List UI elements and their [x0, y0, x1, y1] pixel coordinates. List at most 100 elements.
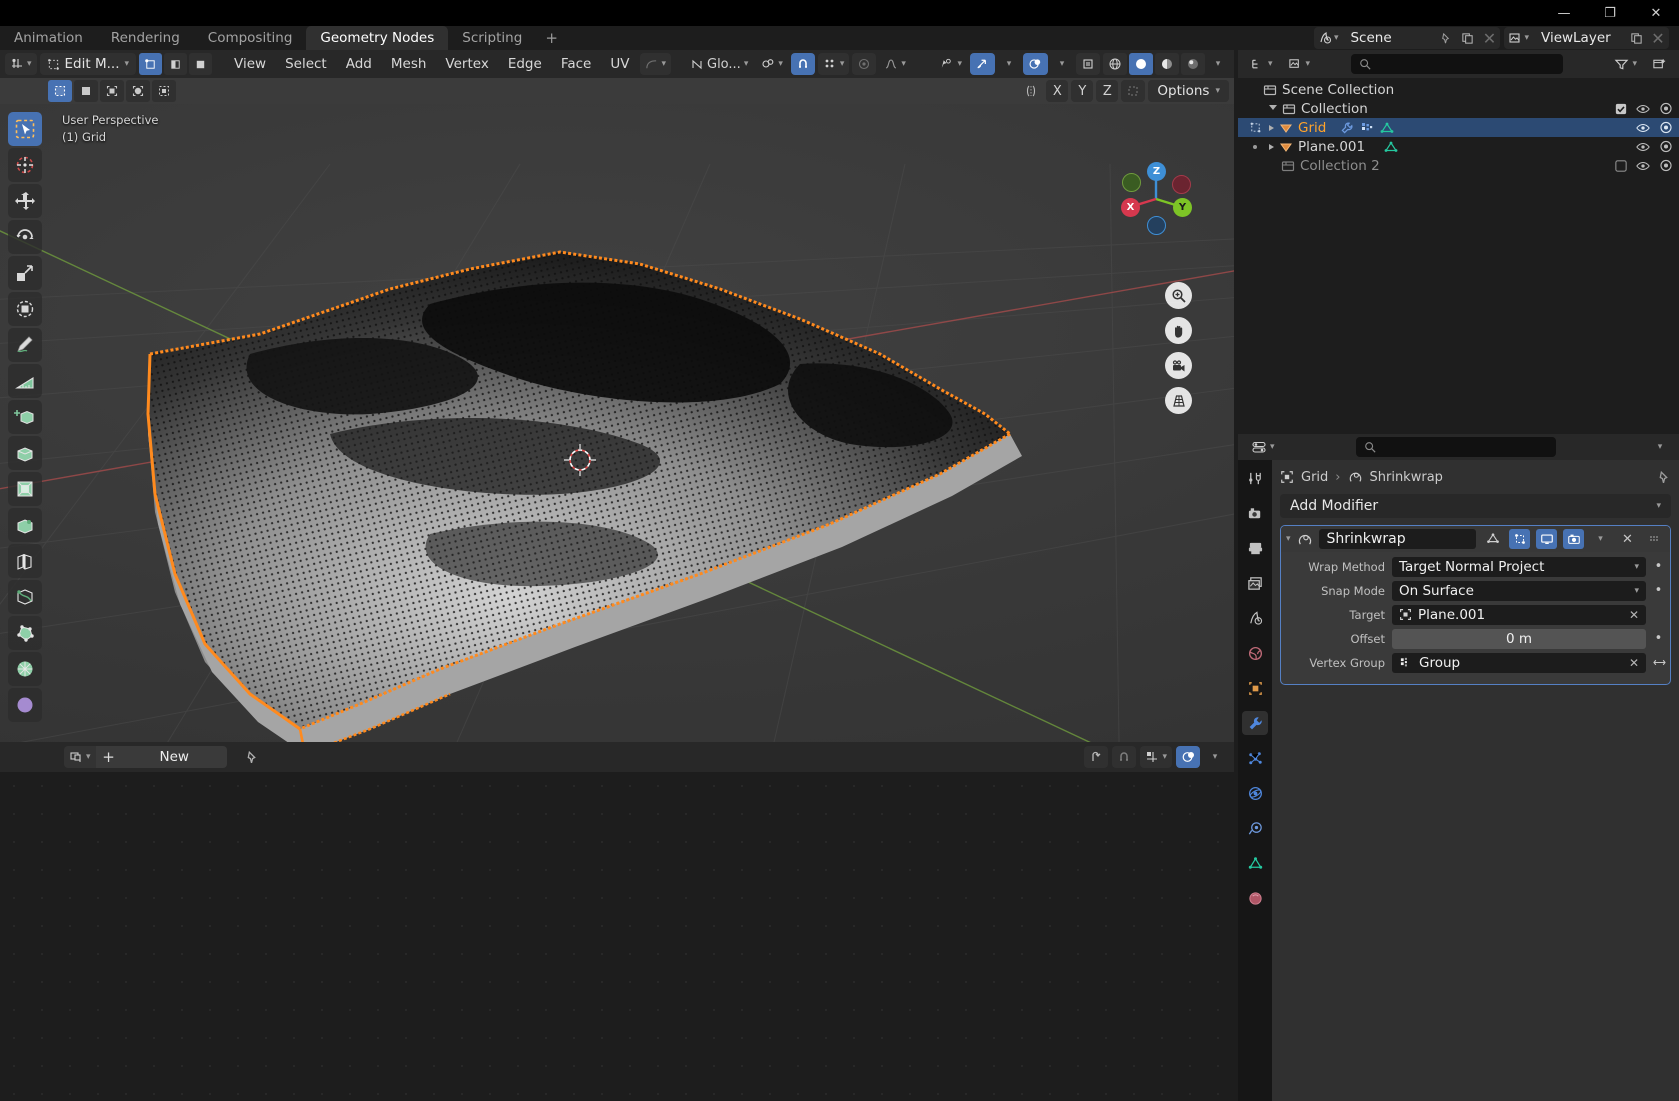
- loop-cut-tool[interactable]: [8, 544, 42, 578]
- unlink-scene-icon[interactable]: ✕: [1478, 27, 1501, 49]
- mesh-data-icon[interactable]: [1384, 140, 1398, 154]
- vertex-group-icon[interactable]: [1360, 121, 1374, 135]
- editor-type-icon[interactable]: ▾: [5, 53, 37, 75]
- add-cube-tool[interactable]: [8, 400, 42, 434]
- falloff-curve-icon[interactable]: ▾: [879, 53, 911, 75]
- snap-magnet-icon[interactable]: [790, 53, 815, 75]
- menu-mesh[interactable]: Mesh: [383, 53, 435, 75]
- inset-faces-tool[interactable]: [8, 472, 42, 506]
- breadcrumb-modifier-label[interactable]: Shrinkwrap: [1370, 470, 1443, 485]
- viewport-canvas[interactable]: User Perspective (1) Grid Z Y X: [0, 104, 1234, 742]
- scale-tool[interactable]: [8, 256, 42, 290]
- eye-icon[interactable]: [1636, 122, 1650, 134]
- outliner-row-grid[interactable]: Grid: [1238, 118, 1679, 137]
- wrap-method-dropdown[interactable]: Target Normal Project ▾: [1392, 556, 1646, 577]
- camera-icon[interactable]: [1659, 121, 1673, 134]
- circle-select-icon[interactable]: [100, 80, 124, 102]
- offset-animate-dot[interactable]: •: [1653, 631, 1664, 646]
- menu-uv[interactable]: UV: [602, 53, 637, 75]
- mesh-symmetry-icon[interactable]: [1019, 80, 1043, 102]
- vertex-group-field[interactable]: Group ✕: [1392, 652, 1646, 673]
- render-tab[interactable]: [1242, 501, 1268, 525]
- constraints-tab[interactable]: [1242, 816, 1268, 840]
- xray-toggle-icon[interactable]: [1076, 53, 1100, 75]
- edge-select-icon[interactable]: [164, 53, 188, 75]
- checkbox-checked-icon[interactable]: [1615, 103, 1627, 115]
- new-viewlayer-icon[interactable]: [1625, 27, 1647, 49]
- gizmo-axis-y[interactable]: Y: [1173, 198, 1192, 217]
- overlays-icon[interactable]: [1023, 53, 1048, 75]
- solid-shading-icon[interactable]: [1129, 53, 1153, 75]
- vertex-select-icon[interactable]: [139, 53, 163, 75]
- tool-tab[interactable]: [1242, 466, 1268, 490]
- transform-orientation-selector[interactable]: Glo... ▾: [685, 53, 753, 75]
- eye-icon[interactable]: [1636, 160, 1650, 172]
- scene-name[interactable]: Scene: [1342, 27, 1435, 49]
- chevron-down-icon[interactable]: ▾: [1286, 534, 1291, 544]
- transform-tool[interactable]: [8, 292, 42, 326]
- node-overlays-dropdown[interactable]: ▾: [1204, 746, 1226, 768]
- snap-node-element-icon[interactable]: ▾: [1140, 746, 1172, 768]
- eye-icon[interactable]: [1636, 103, 1650, 115]
- render-toggle[interactable]: [1563, 529, 1584, 549]
- smooth-tool[interactable]: [8, 688, 42, 722]
- menu-vertex[interactable]: Vertex: [437, 53, 496, 75]
- filter-funnel-icon[interactable]: ▾: [1609, 53, 1642, 75]
- snap-to-icon[interactable]: ▾: [756, 53, 788, 75]
- cursor-tool[interactable]: [8, 148, 42, 182]
- camera-icon[interactable]: [1659, 159, 1673, 172]
- world-tab[interactable]: [1242, 641, 1268, 665]
- viewlayer-name[interactable]: ViewLayer: [1533, 27, 1625, 49]
- checkbox-unchecked-icon[interactable]: [1615, 159, 1627, 172]
- poly-build-tool[interactable]: [8, 616, 42, 650]
- tweak-tool[interactable]: [8, 112, 42, 146]
- workspace-tab-rendering[interactable]: Rendering: [97, 26, 194, 50]
- add-modifier-button[interactable]: Add Modifier ▾: [1280, 494, 1671, 518]
- camera-icon[interactable]: [1659, 102, 1673, 115]
- drag-grip-icon[interactable]: [1644, 529, 1665, 549]
- viewlayer-icon[interactable]: ▾: [1504, 27, 1533, 49]
- node-overlays-icon[interactable]: [1176, 746, 1200, 768]
- extrude-region-tool[interactable]: [8, 436, 42, 470]
- properties-options-dropdown[interactable]: ▾: [1649, 436, 1671, 458]
- mirror-y-button[interactable]: Y: [1071, 80, 1094, 102]
- outliner-id-type-icon[interactable]: ▾: [1283, 53, 1316, 75]
- viewport-options-button[interactable]: Options ▾: [1148, 80, 1229, 102]
- pin-icon[interactable]: [239, 746, 264, 768]
- node-tree-selector[interactable]: ▾ + New: [64, 746, 227, 768]
- edit-mode-toggle[interactable]: [1509, 529, 1530, 549]
- wrap-method-animate-dot[interactable]: •: [1653, 559, 1664, 574]
- invert-vertex-group-button[interactable]: [1653, 657, 1666, 668]
- remove-viewlayer-icon[interactable]: ✕: [1647, 27, 1669, 49]
- chevron-right-icon[interactable]: [1269, 124, 1274, 131]
- uv-symmetry-icon[interactable]: [1121, 80, 1146, 102]
- gizmo-axis-x[interactable]: X: [1121, 198, 1140, 217]
- rendered-shading-icon[interactable]: [1181, 53, 1205, 75]
- output-tab[interactable]: [1242, 536, 1268, 560]
- target-object-field[interactable]: Plane.001 ✕: [1392, 604, 1646, 625]
- object-types-visibility-icon[interactable]: ▾: [934, 53, 967, 75]
- snap-mode-dropdown[interactable]: On Surface ▾: [1392, 580, 1646, 601]
- clear-vertex-group-button[interactable]: ✕: [1629, 656, 1639, 670]
- gizmo-axis-neg-x[interactable]: [1122, 173, 1141, 192]
- move-tool[interactable]: [8, 184, 42, 218]
- window-close-button[interactable]: ✕: [1633, 0, 1679, 26]
- measure-tool[interactable]: [8, 364, 42, 398]
- chevron-down-icon[interactable]: [1269, 104, 1277, 113]
- chevron-right-icon[interactable]: [1269, 143, 1274, 150]
- scene-icon[interactable]: ▾: [1313, 27, 1343, 49]
- properties-editor-icon[interactable]: ▾: [1246, 436, 1280, 458]
- particles-tab[interactable]: [1242, 746, 1268, 770]
- face-select-icon[interactable]: [189, 53, 213, 75]
- modifier-tab[interactable]: [1242, 711, 1268, 735]
- physics-tab[interactable]: [1242, 781, 1268, 805]
- clear-target-button[interactable]: ✕: [1629, 608, 1639, 622]
- material-shading-icon[interactable]: [1155, 53, 1179, 75]
- viewlayer-selector[interactable]: ▾ ViewLayer ✕: [1504, 27, 1669, 49]
- pin-icon[interactable]: [1656, 470, 1671, 485]
- object-data-tab[interactable]: [1242, 851, 1268, 875]
- add-workspace-button[interactable]: +: [536, 26, 567, 50]
- browse-node-tree-icon[interactable]: ▾: [64, 746, 96, 768]
- spin-tool[interactable]: [8, 652, 42, 686]
- menu-view[interactable]: View: [226, 53, 274, 75]
